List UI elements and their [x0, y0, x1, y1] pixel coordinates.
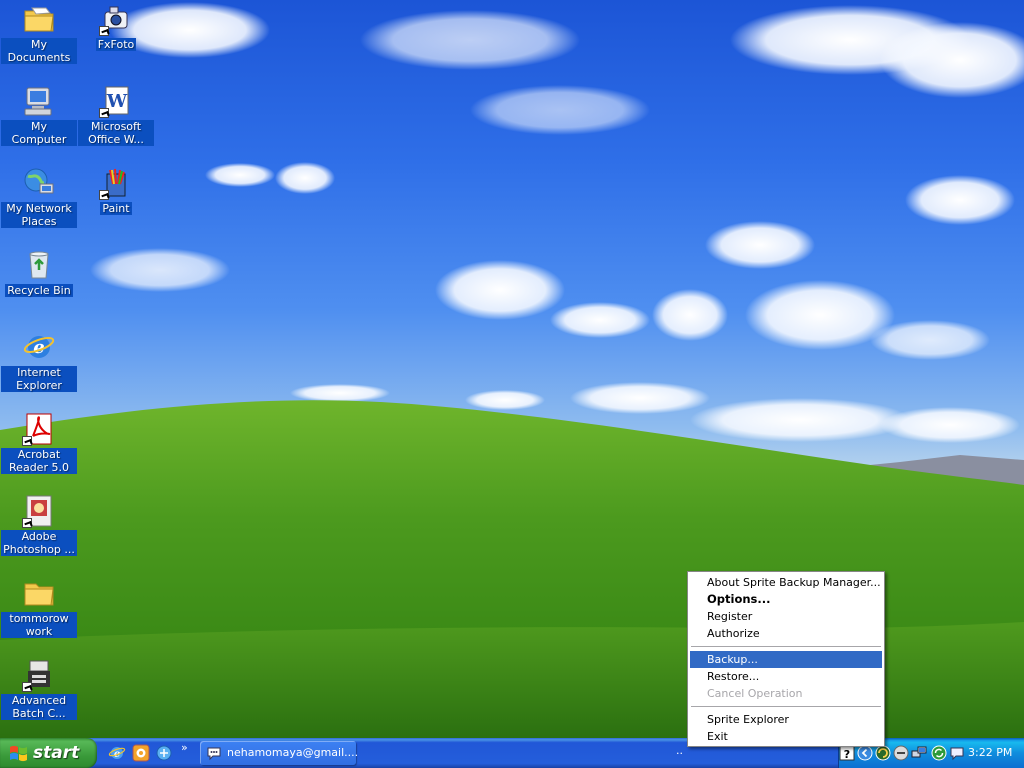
network-globe-icon [22, 166, 56, 200]
menu-separator [691, 646, 881, 647]
desktop-icon-label: Acrobat Reader 5.0 [1, 448, 77, 474]
desktop-icon-recycle-bin[interactable]: Recycle Bin [1, 248, 77, 297]
taskbar-overflow[interactable]: .. [676, 744, 683, 757]
tray-volume-icon[interactable] [893, 745, 909, 761]
desktop-icon-my-computer[interactable]: My Computer [1, 84, 77, 146]
taskbar-button-label: nehamomaya@gmail.... [227, 746, 359, 759]
desktop-icon-label: Advanced Batch C... [1, 694, 77, 720]
internet-explorer-icon: e [108, 747, 126, 760]
shortcut-arrow-icon [99, 190, 109, 200]
svg-text:W: W [106, 91, 128, 112]
start-label: start [33, 743, 80, 763]
taskbar-clock[interactable]: 3:22 PM [968, 738, 1012, 768]
fxfoto-camera-icon [99, 2, 133, 36]
tray-sprite-backup-icon[interactable] [875, 745, 891, 761]
desktop-icon-label: Adobe Photoshop ... [1, 530, 77, 556]
tray-messenger-icon[interactable] [949, 745, 965, 761]
menu-item-authorize[interactable]: Authorize [690, 625, 882, 642]
tray-context-menu: About Sprite Backup Manager... Options..… [687, 571, 885, 747]
batch-converter-icon [22, 658, 56, 692]
quicklaunch-media-player[interactable] [132, 744, 150, 762]
desktop-icon-internet-explorer[interactable]: e Internet Explorer [1, 330, 77, 392]
quicklaunch-show-desktop[interactable] [155, 744, 173, 762]
desktop-icon-tommorow-work[interactable]: tommorow work [1, 576, 77, 638]
paint-icon [99, 166, 133, 200]
desktop-icon-fxfoto[interactable]: FxFoto [78, 2, 154, 51]
internet-explorer-icon: e [22, 330, 56, 364]
shortcut-arrow-icon [22, 436, 32, 446]
menu-item-backup[interactable]: Backup... [690, 651, 882, 668]
desktop-icon-my-documents[interactable]: My Documents [1, 2, 77, 64]
start-button[interactable]: start [0, 738, 97, 768]
shortcut-arrow-icon [22, 518, 32, 528]
windows-flag-icon [10, 745, 27, 762]
menu-item-exit[interactable]: Exit [690, 728, 882, 745]
desktop-icon-label: My Network Places [1, 202, 77, 228]
tray-show-hidden-chevron-icon[interactable] [857, 745, 873, 761]
tray-update-icon[interactable] [931, 745, 947, 761]
desktop-icon-label: tommorow work [1, 612, 77, 638]
word-icon: W [99, 84, 133, 118]
desktop-icon-microsoft-office-word[interactable]: W Microsoft Office W... [78, 84, 154, 146]
desktop-icon-label: Internet Explorer [1, 366, 77, 392]
tray-network-icon[interactable] [911, 745, 927, 761]
svg-text:?: ? [844, 748, 850, 761]
menu-separator [691, 706, 881, 707]
computer-icon [22, 84, 56, 118]
quicklaunch-expand-chevron-icon[interactable]: » [181, 741, 188, 754]
desktop-icon-adobe-photoshop[interactable]: Adobe Photoshop ... [1, 494, 77, 556]
folder-icon [22, 576, 56, 610]
menu-item-restore[interactable]: Restore... [690, 668, 882, 685]
desktop-icon-paint[interactable]: Paint [78, 166, 154, 215]
folder-documents-icon [22, 2, 56, 36]
messenger-chat-icon [207, 747, 221, 761]
recycle-bin-icon [22, 248, 56, 282]
menu-item-sprite-explorer[interactable]: Sprite Explorer [690, 711, 882, 728]
show-desktop-icon [156, 745, 172, 761]
desktop-icon-label: My Computer [1, 120, 77, 146]
desktop-icon-label: Microsoft Office W... [78, 120, 154, 146]
shortcut-arrow-icon [99, 108, 109, 118]
acrobat-icon [22, 412, 56, 446]
menu-item-cancel-operation: Cancel Operation [707, 687, 803, 700]
desktop-icon-label: Recycle Bin [5, 284, 73, 297]
desktop-icon-label: My Documents [1, 38, 77, 64]
desktop-icon-label: Paint [100, 202, 132, 215]
photoshop-icon [22, 494, 56, 528]
shortcut-arrow-icon [99, 26, 109, 36]
quicklaunch-internet-explorer[interactable]: e [108, 744, 126, 762]
taskbar-button-messenger[interactable]: nehamomaya@gmail.... [200, 741, 359, 765]
tray-help-icon[interactable]: ? [839, 745, 855, 761]
menu-item-options[interactable]: Options... [690, 591, 882, 608]
desktop-icon-advanced-batch[interactable]: Advanced Batch C... [1, 658, 77, 720]
media-player-icon [132, 744, 150, 762]
desktop-icon-my-network-places[interactable]: My Network Places [1, 166, 77, 228]
menu-item-register[interactable]: Register [690, 608, 882, 625]
shortcut-arrow-icon [22, 682, 32, 692]
desktop-icon-acrobat-reader[interactable]: Acrobat Reader 5.0 [1, 412, 77, 474]
menu-item-about[interactable]: About Sprite Backup Manager... [690, 574, 882, 591]
desktop-icon-label: FxFoto [95, 38, 137, 51]
